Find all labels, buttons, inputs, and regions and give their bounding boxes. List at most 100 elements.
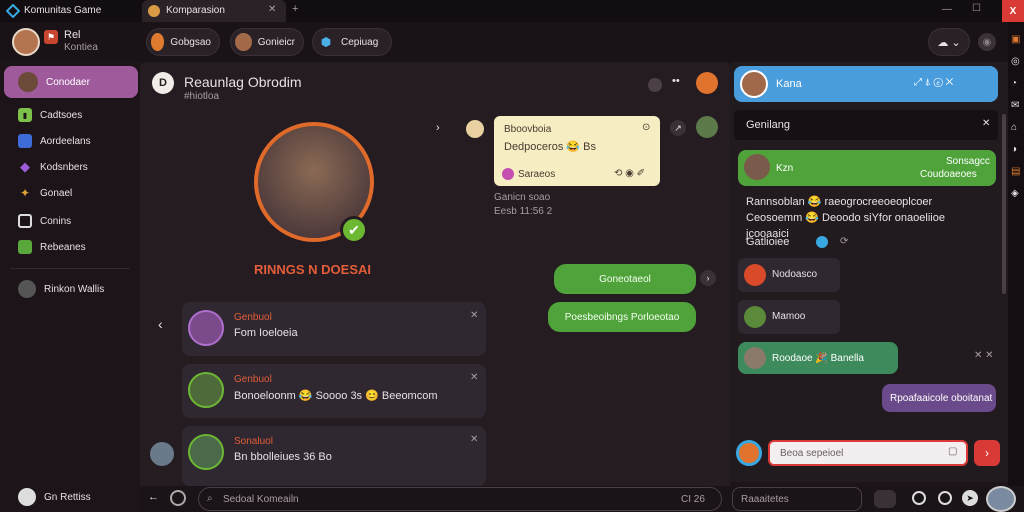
sidebar-item-5[interactable]: Conins [4,208,138,234]
feed-card-1[interactable]: Genbuol Fom Ioeloeia ✕ [182,302,486,356]
bubble-action-icon[interactable]: › [700,270,716,286]
header-action-icon: ☁ ⌄ [937,36,961,49]
right-purple-reply[interactable]: Rpoafaaicole oboitanat [882,384,996,412]
call-icon[interactable] [648,78,662,92]
feed-card-1-name: Genbuol [234,312,272,323]
feed-back-icon[interactable]: ‹ [158,316,163,332]
right-list-1-icon [744,264,766,286]
header-pill-2[interactable]: Gonieicr [230,28,304,56]
more-icon[interactable]: •• [672,75,680,87]
minimize-icon[interactable]: — [942,4,952,15]
channel-icon: D [152,72,174,94]
feed-card-2[interactable]: Genbuol Bonoeloonm 😂 Soooo 3s 😊 Beeomcom… [182,364,486,418]
right-header-actions[interactable]: ⤢ ⍋ ⓔ ✕ [914,77,953,88]
link-icon[interactable]: ↗ [670,120,686,136]
settings-icon[interactable]: ◉ [978,33,996,51]
right-panel-title: Genilang [746,119,791,131]
right-green-reply[interactable]: Roodaoe 🎉 Banella [738,342,898,374]
search-box[interactable]: ⌕ Sedoal Komeailn CI 26 [198,487,722,511]
header-pill-1[interactable]: Gobgsao [146,28,220,56]
right-badge: Gatlioiee [746,236,790,248]
channel-avatar[interactable] [696,72,718,94]
maximize-icon[interactable]: ☐ [972,3,981,14]
feed-card-2-close-icon[interactable]: ✕ [470,372,478,383]
rail-icon-5[interactable]: ⌂ [1011,122,1017,133]
right-badge-sync-icon[interactable]: ⟳ [840,236,848,247]
note-card[interactable]: Bboovboia Dedpoceros 😂 Bs ⊙ Saraeos ⟲ ◉ … [494,116,660,186]
green-bubble-2[interactable]: Poesbeoibngs Porloeotao [548,302,696,332]
note-reaction-icon [502,168,514,180]
expand-arrow-icon[interactable]: › [436,122,440,134]
right-green-entry[interactable]: Kzn Sonsagcc Coudoaeoes [738,150,996,186]
sidebar: Conodaer ▮ Cadtsoes Aordeelans ◆ Kodsnbe… [0,62,140,512]
compose-attach-icon[interactable]: ▢ [948,446,957,457]
feed-card-1-close-icon[interactable]: ✕ [470,310,478,321]
sidebar-item-4-label: Gonael [40,187,73,199]
sidebar-item-3[interactable]: ◆ Kodsnbers [4,154,138,180]
title-bar: Komunitas Game Komparasion ✕ + — ☐ X [0,0,1024,22]
sidebar-item-3-label: Kodsnbers [40,161,88,173]
header-action-group[interactable]: ☁ ⌄ [928,28,970,56]
pill-3-label: Cepiuag [341,36,379,48]
rail-icon-6[interactable]: ◑ [1011,144,1017,155]
user-name: Rel [64,29,81,41]
search-input[interactable]: Sedoal Komeailn [223,494,299,505]
right-reply-actions-icon[interactable]: ✕ ✕ [974,350,994,361]
rail-icon-7[interactable]: ▤ [1011,166,1020,177]
note-actions-icon[interactable]: ⟲ ◉ ✐ [614,168,645,179]
feed-card-3[interactable]: Sonaluol Bn bbolleiues 36 Bo ✕ [182,426,486,486]
secondary-input[interactable]: Raaaitetes [732,487,862,511]
green-bubble-1[interactable]: Goneotaeol [554,264,696,294]
right-entry-avatar [744,154,770,180]
sidebar-footer-item[interactable]: Gn Rettiss [4,484,138,510]
feed-card-3-close-icon[interactable]: ✕ [470,434,478,445]
bottom-record-icon[interactable] [912,491,926,505]
pill-3-icon: ⬢ [320,35,332,49]
note-close-icon[interactable]: ⊙ [642,122,650,133]
bottom-camera-icon[interactable] [938,491,952,505]
bottom-user-avatar[interactable] [986,486,1016,512]
compose-app-icon[interactable] [736,440,762,466]
bottom-gamepad-icon[interactable] [874,490,896,508]
window-close-button[interactable]: X [1002,0,1024,22]
back-icon[interactable]: ← [148,491,159,503]
right-header-avatar [740,70,768,98]
rail-icon-4[interactable]: ✉ [1011,100,1019,111]
footer-user-icon [18,488,36,506]
sidebar-item-2[interactable]: Aordeelans [4,128,138,154]
rail-icon-8[interactable]: ◈ [1011,188,1019,199]
compose-input[interactable]: Beoa sepeioel ▢ [768,440,968,466]
right-scrollbar[interactable] [1002,114,1006,294]
rail-icon-1[interactable]: ▣ [1011,34,1020,45]
right-list-item-1[interactable]: Nodoasco [738,258,840,292]
rail-icon-2[interactable]: ◎ [1011,56,1020,67]
note-line-2: Dedpoceros 😂 Bs [504,141,596,153]
sidebar-item-6[interactable]: Rebeanes [4,234,138,260]
sidebar-divider [10,268,130,269]
user-avatar[interactable] [12,28,40,56]
right-list-item-2[interactable]: Mamoo [738,300,840,334]
compose-send-button[interactable]: › [974,440,1000,466]
rail-icon-3[interactable]: ◔ [1011,78,1017,89]
right-panel-close-icon[interactable]: ✕ [982,118,990,129]
sidebar-item-1[interactable]: ▮ Cadtsoes [4,102,138,128]
right-header-name: Kana [776,78,802,90]
reply-avatar [696,116,718,138]
user-badge-icon: ⚑ [44,30,58,44]
tab-close-icon[interactable]: ✕ [268,4,276,15]
sidebar-item-4[interactable]: ✦ Gonael [4,180,138,206]
sidebar-item-1-label: Cadtsoes [40,109,83,121]
sidebar-item-2-label: Aordeelans [40,135,91,147]
sidebar-item-0[interactable]: Conodaer [4,66,138,98]
header-pill-3[interactable]: ⬢ Cepiuag [312,28,392,56]
bottom-send-icon[interactable]: ➤ [962,490,978,506]
doc-icon [18,214,32,228]
note-meta-1: Ganicn soao [494,192,551,203]
bottom-history-icon[interactable] [170,490,186,506]
pill-1-label: Gobgsao [170,36,211,48]
note-meta-2: Eesb 11:56 2 [494,206,553,217]
hero-name: RINNGS N DOESAI [254,262,372,277]
sidebar-extra-item[interactable]: Rinkon Wallis [4,276,138,302]
browser-tab[interactable]: Komparasion ✕ [142,0,286,22]
new-tab-icon[interactable]: + [292,3,298,15]
